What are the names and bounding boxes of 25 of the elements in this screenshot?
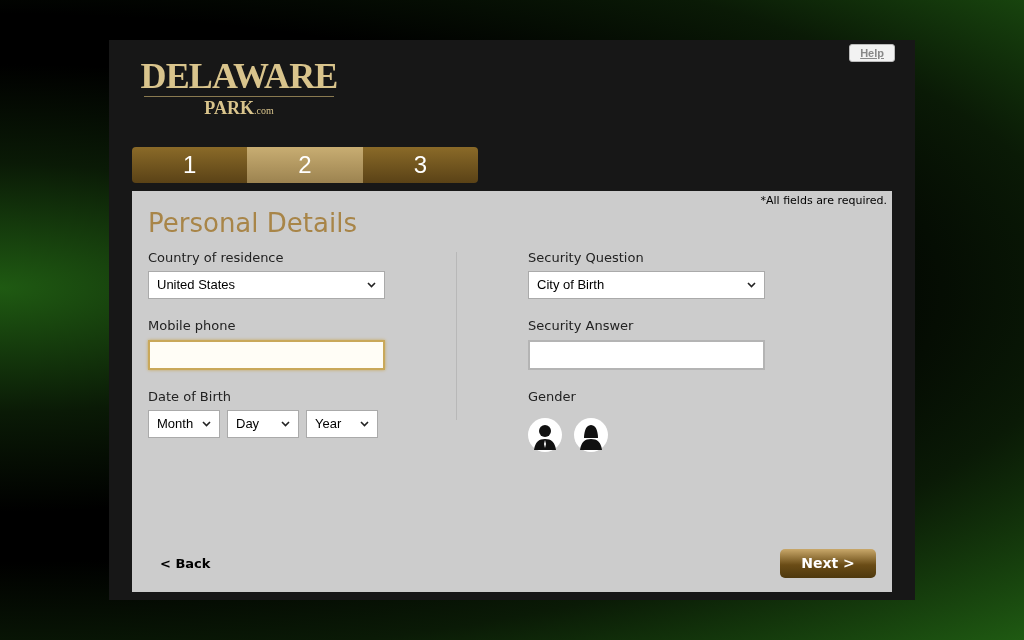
chevron-down-icon (367, 282, 376, 288)
field-label: Gender (528, 387, 577, 406)
male-avatar-option[interactable] (528, 418, 562, 452)
chevron-down-icon (202, 421, 211, 427)
dropdown-select[interactable]: City of Birth (528, 271, 765, 299)
page-title: Personal Details (148, 207, 358, 238)
chevron-down-icon (360, 421, 369, 427)
dropdown-select[interactable]: Day (227, 410, 299, 438)
field-label: Date of Birth (148, 387, 233, 406)
text-input[interactable] (148, 339, 385, 370)
chevron-down-icon (281, 421, 290, 427)
dropdown-select[interactable]: United States (148, 271, 385, 299)
text-input[interactable] (528, 339, 765, 370)
field-label: Mobile phone (148, 317, 237, 335)
dropdown-select[interactable]: Year (306, 410, 378, 438)
dropdown-select[interactable]: Month (148, 410, 220, 438)
required-note: *All fields are required. (760, 193, 887, 209)
logo: DELAWARE PARK.com (139, 55, 339, 120)
field-label: Country of residence (148, 248, 285, 267)
field-label: Security Answer (528, 317, 635, 335)
chevron-down-icon (747, 282, 756, 288)
female-avatar-option[interactable] (574, 418, 608, 452)
field-label: Security Question (528, 248, 645, 267)
next-button[interactable]: Next > (780, 549, 876, 578)
back-link[interactable]: < Back (160, 553, 211, 574)
